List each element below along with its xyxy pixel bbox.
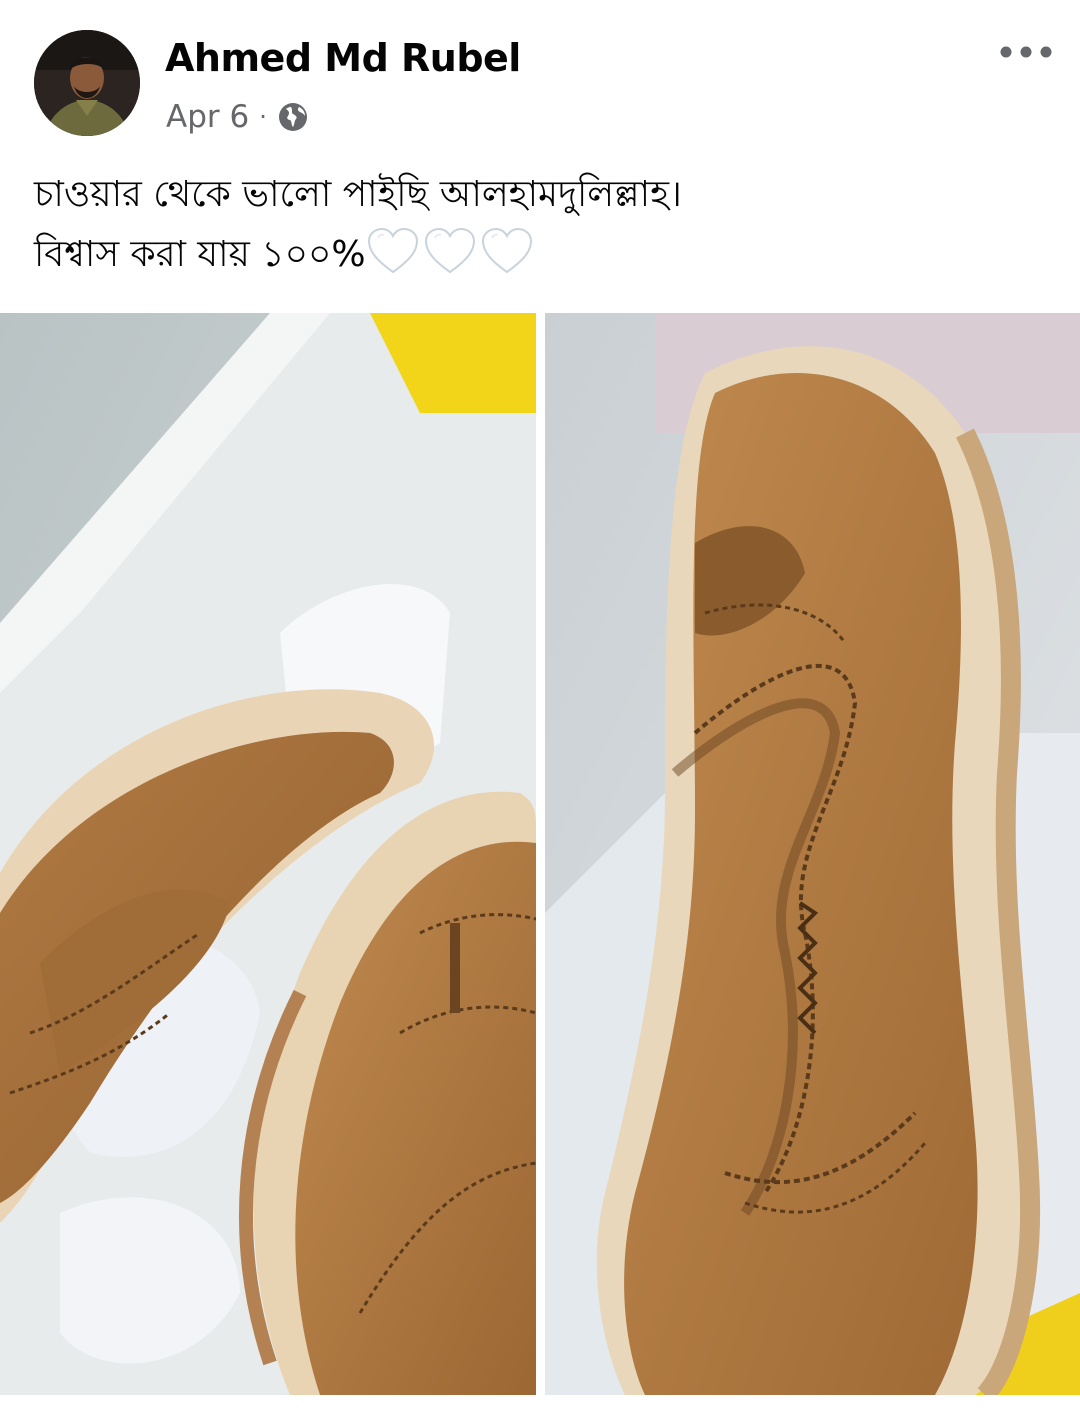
post-meta: Apr 6 · — [166, 96, 309, 138]
post-timestamp[interactable]: Apr 6 — [166, 99, 249, 135]
white-heart-icon — [367, 227, 418, 274]
post-message: চাওয়ার থেকে ভালো পাইছি আলহামদুলিল্লাহ। … — [34, 165, 1044, 285]
post-message-line-2: বিশ্বাস করা যায় ১০০% — [34, 225, 1044, 285]
author-avatar[interactable] — [34, 30, 140, 136]
white-heart-icon — [424, 227, 475, 274]
shoe-photo-right[interactable] — [545, 313, 1080, 1395]
globe-icon[interactable] — [277, 101, 309, 133]
post-header: Ahmed Md Rubel Apr 6 · — [0, 0, 1080, 150]
shoe-photo-right-image — [545, 313, 1080, 1395]
white-heart-icon — [481, 227, 532, 274]
meta-separator: · — [259, 103, 267, 131]
post-options-button[interactable] — [994, 32, 1058, 72]
more-horizontal-icon — [1000, 46, 1052, 58]
shoe-photo-left[interactable] — [0, 313, 536, 1395]
photo-grid — [0, 313, 1080, 1395]
avatar-image — [34, 30, 140, 136]
post-message-line-1: চাওয়ার থেকে ভালো পাইছি আলহামদুলিল্লাহ। — [34, 174, 682, 215]
shoe-photo-left-image — [0, 313, 536, 1395]
post-message-line-2-text: বিশ্বাস করা যায় ১০০% — [34, 234, 366, 275]
author-name[interactable]: Ahmed Md Rubel — [165, 36, 521, 80]
facebook-post: Ahmed Md Rubel Apr 6 · চাওয়ার থেকে ভালো… — [0, 0, 1080, 1408]
